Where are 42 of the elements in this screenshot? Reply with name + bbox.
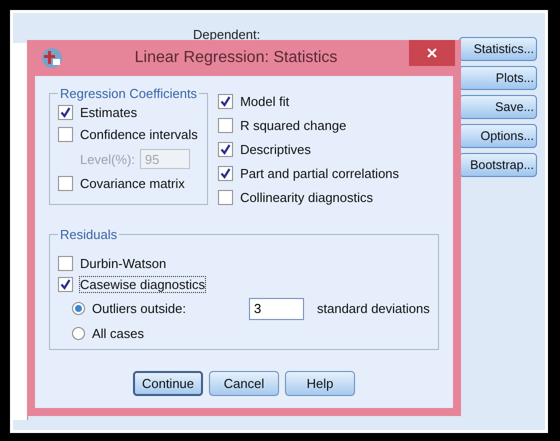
window-title: Linear Regression: Statistics [134,49,338,67]
dependent-label: Dependent: [193,27,260,42]
radio-button[interactable] [72,302,85,315]
checkbox[interactable] [58,176,73,191]
radio-label[interactable]: Outliers outside: [92,301,222,316]
radio-button[interactable] [72,326,85,340]
group-title: Regression Coefficients [59,86,198,101]
group-title: Residuals [59,226,118,242]
checkbox-label[interactable]: Part and partial correlations [240,166,400,181]
checkbox-label[interactable]: Covariance matrix [80,176,185,191]
close-icon [427,48,437,58]
checkbox-label[interactable]: Durbin-Watson [80,256,166,270]
checkbox-label[interactable]: Descriptives [240,142,311,157]
checkbox[interactable] [218,118,234,133]
checkbox[interactable] [218,142,234,157]
level-label: Level(%): [80,152,135,166]
dialog-button[interactable]: Help [285,371,355,396]
checkbox-label[interactable]: Collinearity diagnostics [240,190,374,205]
close-button[interactable] [409,40,455,66]
checkbox[interactable] [58,276,73,292]
checkbox-label[interactable]: Casewise diagnostics [80,276,206,292]
checkbox-label[interactable]: Confidence intervals [80,127,198,142]
checkbox-label[interactable]: Model fit [240,94,290,109]
radio-label[interactable]: All cases [92,326,222,340]
checkbox[interactable] [218,190,234,205]
checkbox[interactable] [218,166,234,181]
checkbox[interactable] [58,256,73,270]
dialog-button[interactable]: Bootstrap... [459,153,537,177]
dialog-button[interactable]: Cancel [209,371,279,396]
dialog-button[interactable]: Save... [459,95,537,119]
units-label: standard deviations [317,301,430,316]
checkbox-label[interactable]: Estimates [80,105,138,120]
checkbox-label[interactable]: R squared change [240,118,346,133]
dialog-button[interactable]: Plots... [459,66,537,90]
checkbox[interactable] [58,127,73,142]
dialog-button[interactable]: Continue [133,371,203,396]
dialog-button[interactable]: Options... [459,124,537,148]
checkbox[interactable] [218,94,234,109]
deviations-field[interactable]: 3 [249,298,304,320]
checkbox[interactable] [58,105,73,120]
dialog-button[interactable]: Statistics... [459,37,537,61]
app-icon [41,47,63,69]
